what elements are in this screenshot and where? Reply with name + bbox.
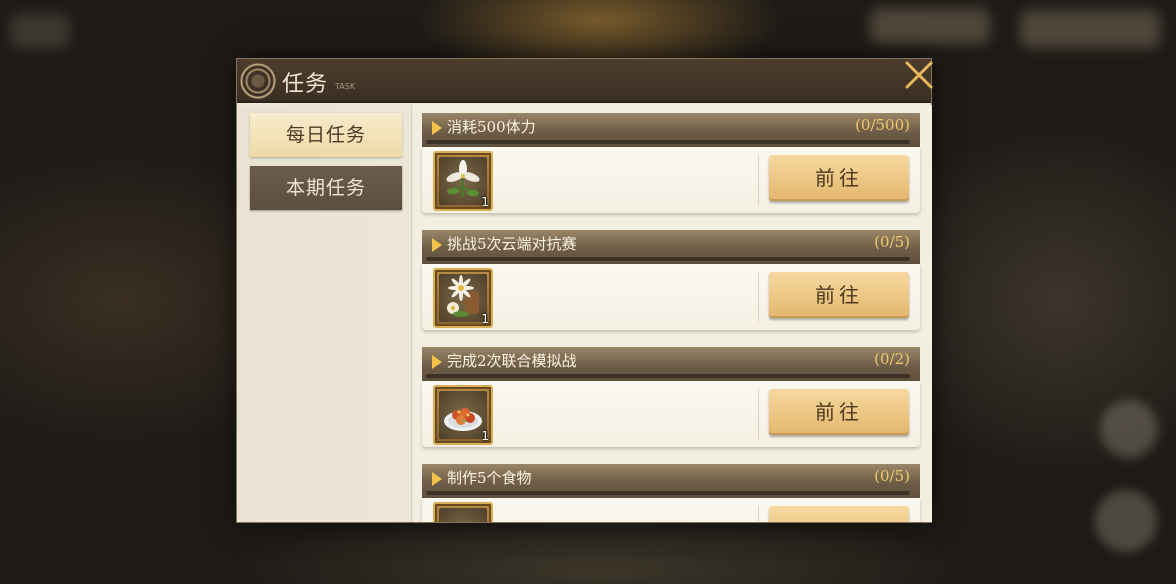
reward-slot[interactable]: 1	[433, 151, 493, 211]
arrow-right-icon	[432, 472, 442, 486]
task-body	[422, 498, 920, 522]
arrow-right-icon	[432, 238, 442, 252]
task-body: 1 前往	[422, 264, 920, 330]
task-panel: 任务 TASK 每日任务 本期任务 消耗500体力 (0/500) 1 前往 挑…	[236, 58, 932, 523]
background-blur-button	[1095, 490, 1157, 552]
task-body: 1 前往	[422, 381, 920, 447]
task-progress: (0/5)	[874, 467, 910, 485]
chrysanthemum-bouquet-icon	[447, 275, 479, 317]
go-button[interactable]: 前往	[769, 155, 909, 201]
panel-subtitle: TASK	[335, 82, 356, 91]
reward-quantity: 1	[481, 429, 489, 443]
reward-slot[interactable]	[433, 502, 493, 522]
task-header: 制作5个食物 (0/5)	[422, 464, 920, 498]
task-item: 消耗500体力 (0/500) 1 前往	[422, 109, 920, 217]
task-name: 挑战5次云端对抗赛	[447, 235, 577, 253]
go-button[interactable]: 前往	[769, 389, 909, 435]
reward-slot[interactable]: 1	[433, 385, 493, 445]
task-item: 完成2次联合模拟战 (0/2) 1 前往	[422, 343, 920, 451]
task-progress: (0/5)	[874, 233, 910, 251]
reward-slot[interactable]: 1	[433, 268, 493, 328]
background-blur-button	[1100, 400, 1158, 458]
background-blur-top-left	[10, 14, 70, 48]
divider	[758, 506, 759, 522]
panel-header: 任务 TASK	[237, 59, 931, 103]
task-header: 完成2次联合模拟战 (0/2)	[422, 347, 920, 381]
close-button[interactable]	[902, 58, 936, 92]
reward-quantity: 1	[481, 312, 489, 326]
task-item: 挑战5次云端对抗赛 (0/5) 1 前往	[422, 226, 920, 334]
task-name: 完成2次联合模拟战	[447, 352, 577, 370]
white-lily-icon	[446, 160, 480, 198]
task-list[interactable]: 消耗500体力 (0/500) 1 前往 挑战5次云端对抗赛 (0/5) 1 前…	[413, 105, 932, 522]
reward-quantity: 1	[481, 195, 489, 209]
arrow-right-icon	[432, 121, 442, 135]
food-plate-icon	[444, 408, 482, 431]
task-name: 消耗500体力	[447, 118, 536, 136]
go-button[interactable]	[769, 506, 909, 522]
task-emblem-icon	[240, 63, 276, 99]
background-blur-top-right-2	[1020, 10, 1160, 48]
task-header: 挑战5次云端对抗赛 (0/5)	[422, 230, 920, 264]
task-item: 制作5个食物 (0/5)	[422, 460, 920, 522]
panel-title: 任务	[282, 72, 329, 97]
tab-daily-tasks[interactable]: 每日任务	[250, 113, 402, 157]
task-progress: (0/500)	[855, 116, 910, 134]
background-blur-top-right	[870, 8, 990, 44]
reward-icon	[439, 508, 487, 522]
divider	[758, 155, 759, 205]
task-header: 消耗500体力 (0/500)	[422, 113, 920, 147]
task-sidebar: 每日任务 本期任务	[237, 105, 412, 522]
arrow-right-icon	[432, 355, 442, 369]
task-body: 1 前往	[422, 147, 920, 213]
go-button[interactable]: 前往	[769, 272, 909, 318]
divider	[758, 389, 759, 439]
task-name: 制作5个食物	[447, 469, 532, 487]
close-x-icon	[905, 61, 933, 89]
divider	[758, 272, 759, 322]
task-progress: (0/2)	[874, 350, 910, 368]
tab-period-tasks[interactable]: 本期任务	[250, 166, 402, 210]
